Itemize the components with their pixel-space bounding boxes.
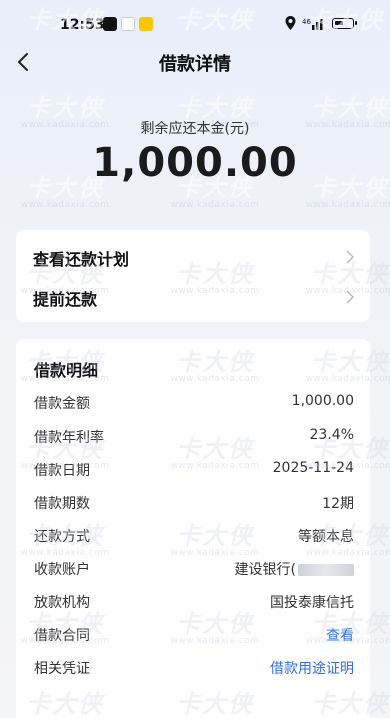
meituan-icon [139, 17, 153, 31]
view-contract-link[interactable]: 查看 [326, 625, 354, 645]
nav-bar: 借款详情 [0, 44, 390, 80]
detail-row-periods: 借款期数 12期 [16, 487, 370, 520]
detail-label: 还款方式 [34, 529, 90, 545]
early-repayment-row[interactable]: 提前还款 [16, 276, 370, 316]
tiktok-icon [103, 17, 117, 31]
detail-row-related-voucher: 相关凭证 借款用途证明 [16, 652, 370, 685]
early-repayment-label: 提前还款 [33, 290, 98, 309]
detail-row-annual-rate: 借款年利率 23.4% [16, 421, 370, 454]
detail-label: 收款账户 [34, 562, 90, 578]
detail-value: 23.4% [309, 427, 354, 443]
chevron-right-icon [346, 250, 354, 264]
loan-purpose-proof-link[interactable]: 借款用途证明 [270, 658, 354, 678]
detail-label: 相关凭证 [34, 661, 90, 677]
svg-text:46: 46 [302, 18, 311, 26]
bank-name: 建设银行( [234, 562, 296, 578]
signal-icon: 46 [302, 18, 323, 30]
page-title: 借款详情 [159, 54, 231, 75]
detail-value: 12期 [322, 496, 354, 512]
detail-label: 放款机构 [34, 595, 90, 611]
detail-value: 建设银行( [235, 559, 354, 579]
remaining-principal-label: 剩余应还本金(元) [140, 121, 250, 137]
action-card: 查看还款计划 提前还款 [16, 230, 370, 322]
detail-value: 2025-11-24 [272, 460, 354, 476]
status-time: 12:53 [60, 17, 105, 33]
location-icon [285, 16, 296, 30]
detail-row-repayment-method: 还款方式 等额本息 [16, 520, 370, 553]
status-bar: 12:53 46 [0, 0, 390, 44]
masked-account-number [298, 564, 354, 576]
detail-value: 1,000.00 [291, 393, 354, 409]
battery-icon [332, 17, 357, 29]
detail-row-loan-date: 借款日期 2025-11-24 [16, 454, 370, 487]
detail-row-loan-contract: 借款合同 查看 [16, 619, 370, 652]
detail-label: 借款年利率 [34, 430, 104, 446]
view-repayment-plan-label: 查看还款计划 [33, 250, 130, 269]
detail-value: 国投泰康信托 [270, 595, 354, 611]
detail-row-lending-institution: 放款机构 国投泰康信托 [16, 586, 370, 619]
detail-label: 借款金额 [34, 396, 90, 412]
detail-label: 借款日期 [34, 463, 90, 479]
detail-row-receiving-account: 收款账户 建设银行( [16, 553, 370, 586]
loan-details-title: 借款明细 [34, 361, 99, 380]
status-indicators: 46 [285, 16, 357, 30]
search-app-icon [121, 17, 135, 31]
notification-icons [103, 17, 153, 31]
detail-row-loan-amount: 借款金额 1,000.00 [16, 387, 370, 420]
remaining-principal-amount: 1,000.00 [92, 140, 298, 186]
chevron-right-icon [346, 290, 354, 304]
detail-value: 等额本息 [298, 529, 354, 545]
loan-details-card: 借款明细 借款金额 1,000.00 借款年利率 23.4% 借款日期 2025… [16, 339, 370, 718]
view-repayment-plan-row[interactable]: 查看还款计划 [16, 236, 370, 276]
detail-label: 借款合同 [34, 628, 90, 644]
detail-label: 借款期数 [34, 496, 90, 512]
